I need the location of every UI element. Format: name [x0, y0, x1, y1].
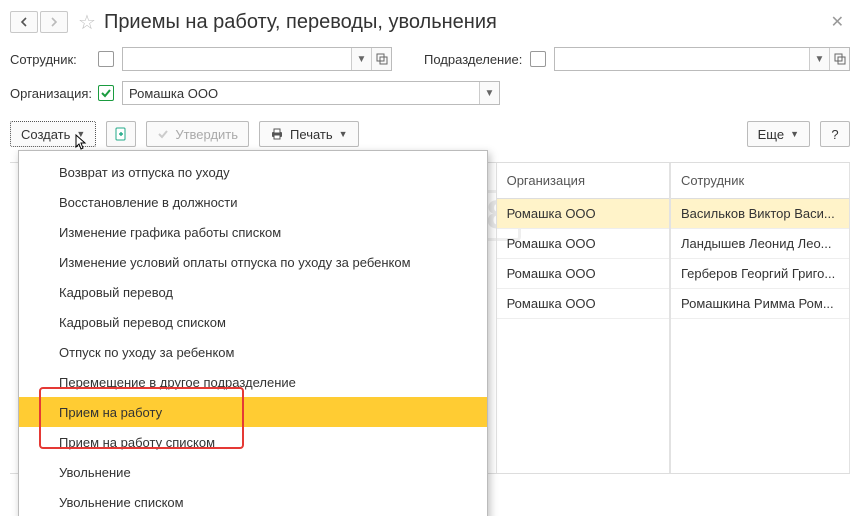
arrow-right-icon: [49, 17, 59, 27]
more-button[interactable]: Еще ▼: [747, 121, 810, 147]
refresh-button[interactable]: [106, 121, 136, 147]
menu-item[interactable]: Изменение графика работы списком: [19, 217, 487, 247]
department-label: Подразделение:: [424, 52, 522, 67]
employee-dropdown-button[interactable]: ▼: [351, 48, 371, 70]
menu-item[interactable]: Увольнение списком: [19, 487, 487, 516]
org-dropdown-button[interactable]: ▼: [479, 82, 499, 104]
menu-item[interactable]: Отпуск по уходу за ребенком: [19, 337, 487, 367]
menu-item[interactable]: Прием на работу списком: [19, 427, 487, 457]
create-button[interactable]: Создать ▼: [10, 121, 96, 147]
page-title: Приемы на работу, переводы, увольнения: [104, 11, 825, 34]
print-label: Печать: [290, 127, 333, 142]
chevron-down-icon: ▼: [76, 129, 85, 139]
nav-forward-button[interactable]: [40, 11, 68, 33]
menu-item[interactable]: Изменение условий оплаты отпуска по уход…: [19, 247, 487, 277]
department-open-button[interactable]: [829, 48, 849, 70]
cell-emp[interactable]: Ромашкина Римма Ром...: [671, 289, 849, 319]
menu-item[interactable]: Восстановление в должности: [19, 187, 487, 217]
menu-item[interactable]: Увольнение: [19, 457, 487, 487]
column-header-org[interactable]: Организация: [497, 163, 669, 199]
cell-org[interactable]: Ромашка ООО: [497, 289, 669, 319]
org-filter-checkbox[interactable]: [98, 85, 114, 101]
cell-org[interactable]: Ромашка ООО: [497, 259, 669, 289]
chevron-down-icon: ▼: [790, 129, 799, 139]
cell-emp[interactable]: Васильков Виктор Васи...: [671, 199, 849, 229]
chevron-down-icon: ▼: [339, 129, 348, 139]
cell-emp[interactable]: Герберов Георгий Григо...: [671, 259, 849, 289]
menu-item[interactable]: Прием на работу: [19, 397, 487, 427]
menu-item[interactable]: Перемещение в другое подразделение: [19, 367, 487, 397]
print-button[interactable]: Печать ▼: [259, 121, 359, 147]
help-label: ?: [831, 127, 838, 142]
menu-item[interactable]: Кадровый перевод: [19, 277, 487, 307]
printer-icon: [270, 127, 284, 141]
department-combo[interactable]: ▼: [554, 47, 850, 71]
approve-label: Утвердить: [175, 127, 238, 142]
favorite-star-icon[interactable]: ☆: [78, 10, 96, 35]
org-label: Организация:: [10, 86, 90, 101]
nav-back-button[interactable]: [10, 11, 38, 33]
check-icon: [100, 87, 112, 99]
department-filter-checkbox[interactable]: [530, 51, 546, 67]
department-value: [555, 48, 809, 70]
approve-button[interactable]: Утвердить: [146, 121, 249, 147]
open-external-icon: [834, 53, 846, 65]
column-header-emp[interactable]: Сотрудник: [671, 163, 849, 199]
cell-emp[interactable]: Ландышев Леонид Лео...: [671, 229, 849, 259]
open-external-icon: [376, 53, 388, 65]
employee-value: [123, 48, 351, 70]
department-dropdown-button[interactable]: ▼: [809, 48, 829, 70]
employee-filter-checkbox[interactable]: [98, 51, 114, 67]
org-combo[interactable]: Ромашка ООО ▼: [122, 81, 500, 105]
cell-org[interactable]: Ромашка ООО: [497, 229, 669, 259]
document-new-icon: [114, 127, 128, 141]
menu-item[interactable]: Кадровый перевод списком: [19, 307, 487, 337]
create-menu: Возврат из отпуска по уходуВосстановлени…: [18, 150, 488, 516]
create-label: Создать: [21, 127, 70, 142]
help-button[interactable]: ?: [820, 121, 850, 147]
more-label: Еще: [758, 127, 784, 142]
close-button[interactable]: ✕: [825, 12, 850, 32]
employee-open-button[interactable]: [371, 48, 391, 70]
employee-label: Сотрудник:: [10, 52, 90, 67]
employee-combo[interactable]: ▼: [122, 47, 392, 71]
cell-org[interactable]: Ромашка ООО: [497, 199, 669, 229]
org-value: Ромашка ООО: [123, 82, 479, 104]
check-icon: [157, 128, 169, 140]
menu-item[interactable]: Возврат из отпуска по уходу: [19, 157, 487, 187]
arrow-left-icon: [19, 17, 29, 27]
